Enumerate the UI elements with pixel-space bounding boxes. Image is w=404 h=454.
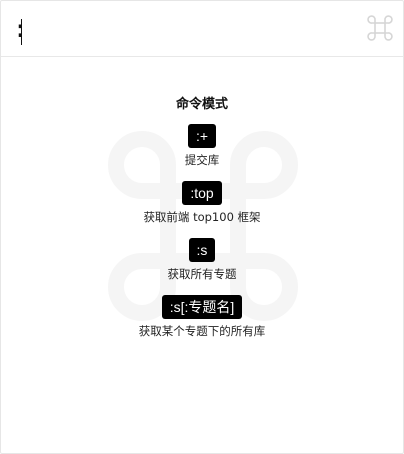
command-description: 获取前端 top100 框架 bbox=[143, 210, 261, 224]
command-key-icon bbox=[367, 15, 393, 41]
command-item: :s 获取所有专题 bbox=[1, 238, 403, 283]
command-item: :+ 提交库 bbox=[1, 124, 403, 169]
command-description: 获取所有专题 bbox=[167, 267, 237, 281]
command-key: :s[:专题名] bbox=[161, 295, 243, 319]
command-key: :+ bbox=[187, 124, 217, 148]
command-key: :top bbox=[182, 181, 222, 205]
command-description: 提交库 bbox=[184, 153, 220, 167]
command-help: 命令模式 :+ 提交库 :top 获取前端 top100 框架 :s 获取所有专… bbox=[1, 94, 403, 340]
command-item: :s[:专题名] 获取某个专题下的所有库 bbox=[1, 295, 403, 340]
text-caret bbox=[21, 19, 22, 45]
search-input[interactable] bbox=[13, 11, 353, 47]
help-title: 命令模式 bbox=[175, 97, 228, 112]
command-key: :s bbox=[188, 238, 216, 262]
command-palette: 命令模式 :+ 提交库 :top 获取前端 top100 框架 :s 获取所有专… bbox=[0, 0, 404, 454]
search-bar bbox=[1, 1, 403, 57]
command-item: :top 获取前端 top100 框架 bbox=[1, 181, 403, 226]
command-description: 获取某个专题下的所有库 bbox=[138, 324, 266, 338]
